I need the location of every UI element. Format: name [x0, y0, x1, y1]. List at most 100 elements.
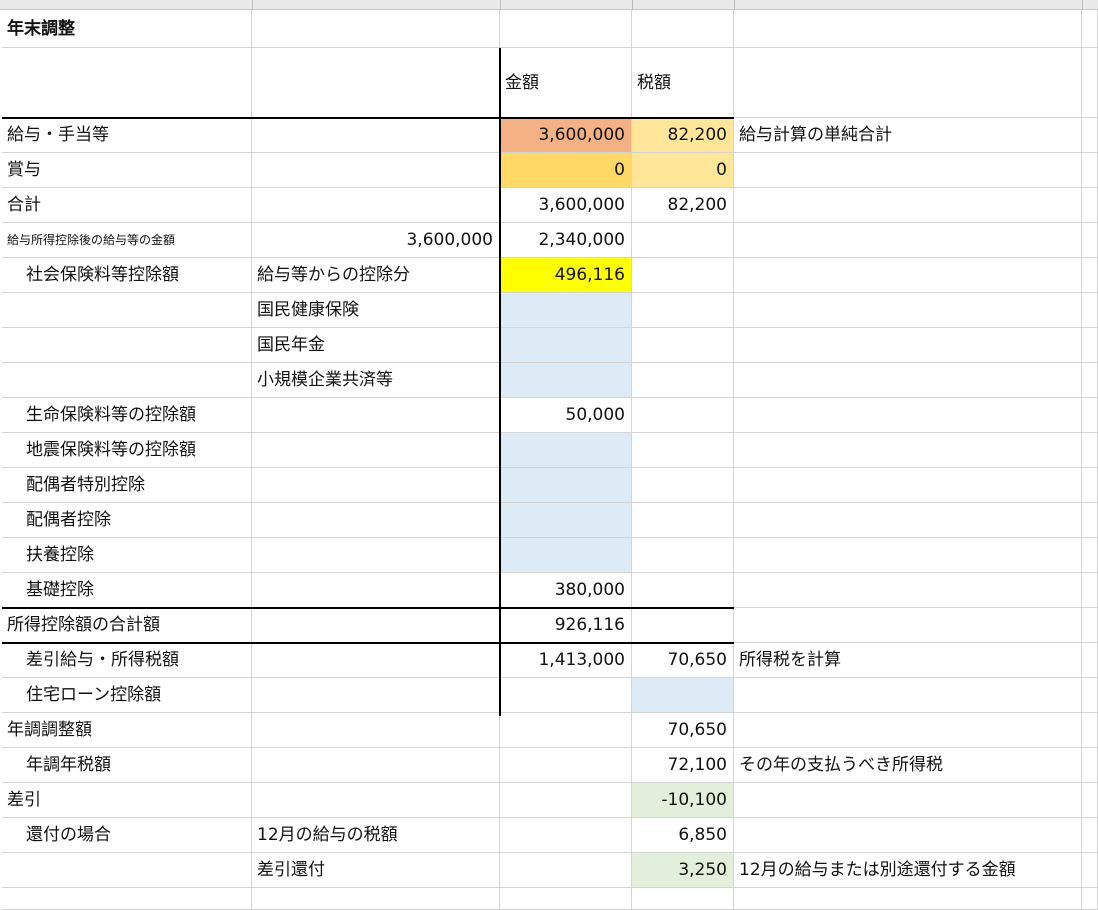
cell-b-basic[interactable] [252, 573, 500, 608]
row-label-bonus[interactable]: 賞与 [2, 153, 252, 188]
note-social[interactable] [734, 258, 1082, 293]
cell-empty[interactable] [1082, 363, 1098, 398]
note-taxable[interactable]: 所得税を計算 [734, 643, 1082, 678]
note-life[interactable] [734, 398, 1082, 433]
cell-empty[interactable] [734, 10, 1082, 48]
cell-b-life[interactable] [252, 398, 500, 433]
cell-empty[interactable] [1082, 153, 1098, 188]
cell-empty[interactable] [500, 888, 632, 910]
row-label-refund_case[interactable]: 還付の場合 [2, 818, 252, 853]
cell-empty[interactable] [1082, 118, 1098, 153]
row-label-earthquake[interactable]: 地震保険料等の控除額 [2, 433, 252, 468]
sheet-title[interactable]: 年末調整 [2, 10, 252, 48]
note-health[interactable] [734, 293, 1082, 328]
note-basic[interactable] [734, 573, 1082, 608]
cell-empty[interactable] [1082, 10, 1098, 48]
cell-empty[interactable] [632, 10, 734, 48]
note-housing[interactable] [734, 678, 1082, 713]
cell-b-annual_tax[interactable] [252, 748, 500, 783]
note-small_biz[interactable] [734, 363, 1082, 398]
cell-empty[interactable] [1082, 783, 1098, 818]
row-label-deduction_total[interactable]: 所得控除額の合計額 [2, 608, 252, 643]
tax-refund[interactable]: 3,250 [632, 853, 734, 888]
note-adjusted[interactable] [734, 713, 1082, 748]
cell-b-earthquake[interactable] [252, 433, 500, 468]
header-amount[interactable]: 金額 [500, 48, 632, 118]
cell-empty[interactable] [500, 10, 632, 48]
tax-deduction_total[interactable] [632, 608, 734, 643]
row-label-annual_tax[interactable]: 年調年税額 [2, 748, 252, 783]
cell-empty[interactable] [1082, 258, 1098, 293]
tax-health[interactable] [632, 293, 734, 328]
cell-b-deduction_total[interactable] [252, 608, 500, 643]
tax-basic[interactable] [632, 573, 734, 608]
tax-bonus[interactable]: 0 [632, 153, 734, 188]
amount-annual_tax[interactable] [500, 748, 632, 783]
cell-empty[interactable] [1082, 188, 1098, 223]
amount-basic[interactable]: 380,000 [500, 573, 632, 608]
cell-empty[interactable] [1082, 328, 1098, 363]
cell-b-adjusted[interactable] [252, 713, 500, 748]
cell-empty[interactable] [734, 48, 1082, 118]
cell-empty[interactable] [252, 48, 500, 118]
amount-taxable[interactable]: 1,413,000 [500, 643, 632, 678]
amount-spouse[interactable] [500, 503, 632, 538]
tax-small_biz[interactable] [632, 363, 734, 398]
cell-b-refund[interactable]: 差引還付 [252, 853, 500, 888]
cell-b-small_biz[interactable]: 小規模企業共済等 [252, 363, 500, 398]
row-label-spouse_special[interactable]: 配偶者特別控除 [2, 468, 252, 503]
tax-annual_tax[interactable]: 72,100 [632, 748, 734, 783]
tax-adjusted[interactable]: 70,650 [632, 713, 734, 748]
cell-empty[interactable] [1082, 293, 1098, 328]
cell-b-spouse_special[interactable] [252, 468, 500, 503]
cell-empty[interactable] [2, 48, 252, 118]
note-earthquake[interactable] [734, 433, 1082, 468]
tax-spouse_special[interactable] [632, 468, 734, 503]
amount-health[interactable] [500, 293, 632, 328]
amount-social[interactable]: 496,116 [500, 258, 632, 293]
cell-b-difference[interactable] [252, 783, 500, 818]
cell-empty[interactable] [1082, 48, 1098, 118]
cell-empty[interactable] [1082, 713, 1098, 748]
row-label-housing[interactable]: 住宅ローン控除額 [2, 678, 252, 713]
tax-housing[interactable] [632, 678, 734, 713]
tax-spouse[interactable] [632, 503, 734, 538]
cell-empty[interactable] [734, 888, 1082, 910]
cell-empty[interactable] [1082, 573, 1098, 608]
tax-pension[interactable] [632, 328, 734, 363]
cell-empty[interactable] [1082, 223, 1098, 258]
row-label-salary[interactable]: 給与・手当等 [2, 118, 252, 153]
cell-b-social[interactable]: 給与等からの控除分 [252, 258, 500, 293]
amount-life[interactable]: 50,000 [500, 398, 632, 433]
cell-empty[interactable] [1082, 503, 1098, 538]
cell-b-housing[interactable] [252, 678, 500, 713]
amount-earthquake[interactable] [500, 433, 632, 468]
row-label-dependents[interactable]: 扶養控除 [2, 538, 252, 573]
tax-total[interactable]: 82,200 [632, 188, 734, 223]
amount-deduction_total[interactable]: 926,116 [500, 608, 632, 643]
cell-empty[interactable] [1082, 538, 1098, 573]
amount-refund[interactable] [500, 853, 632, 888]
cell-empty[interactable] [1082, 643, 1098, 678]
cell-empty[interactable] [1082, 608, 1098, 643]
tax-dependents[interactable] [632, 538, 734, 573]
row-label-small_biz[interactable] [2, 363, 252, 398]
cell-empty[interactable] [1082, 468, 1098, 503]
note-pension[interactable] [734, 328, 1082, 363]
note-deduction_total[interactable] [734, 608, 1082, 643]
note-after_deduction[interactable] [734, 223, 1082, 258]
row-label-adjusted[interactable]: 年調調整額 [2, 713, 252, 748]
cell-empty[interactable] [1082, 398, 1098, 433]
header-tax[interactable]: 税額 [632, 48, 734, 118]
amount-dependents[interactable] [500, 538, 632, 573]
tax-taxable[interactable]: 70,650 [632, 643, 734, 678]
row-label-total[interactable]: 合計 [2, 188, 252, 223]
row-label-refund[interactable] [2, 853, 252, 888]
cell-b-salary[interactable] [252, 118, 500, 153]
cell-b-total[interactable] [252, 188, 500, 223]
amount-adjusted[interactable] [500, 713, 632, 748]
amount-refund_case[interactable] [500, 818, 632, 853]
cell-empty[interactable] [1082, 853, 1098, 888]
tax-salary[interactable]: 82,200 [632, 118, 734, 153]
note-dependents[interactable] [734, 538, 1082, 573]
